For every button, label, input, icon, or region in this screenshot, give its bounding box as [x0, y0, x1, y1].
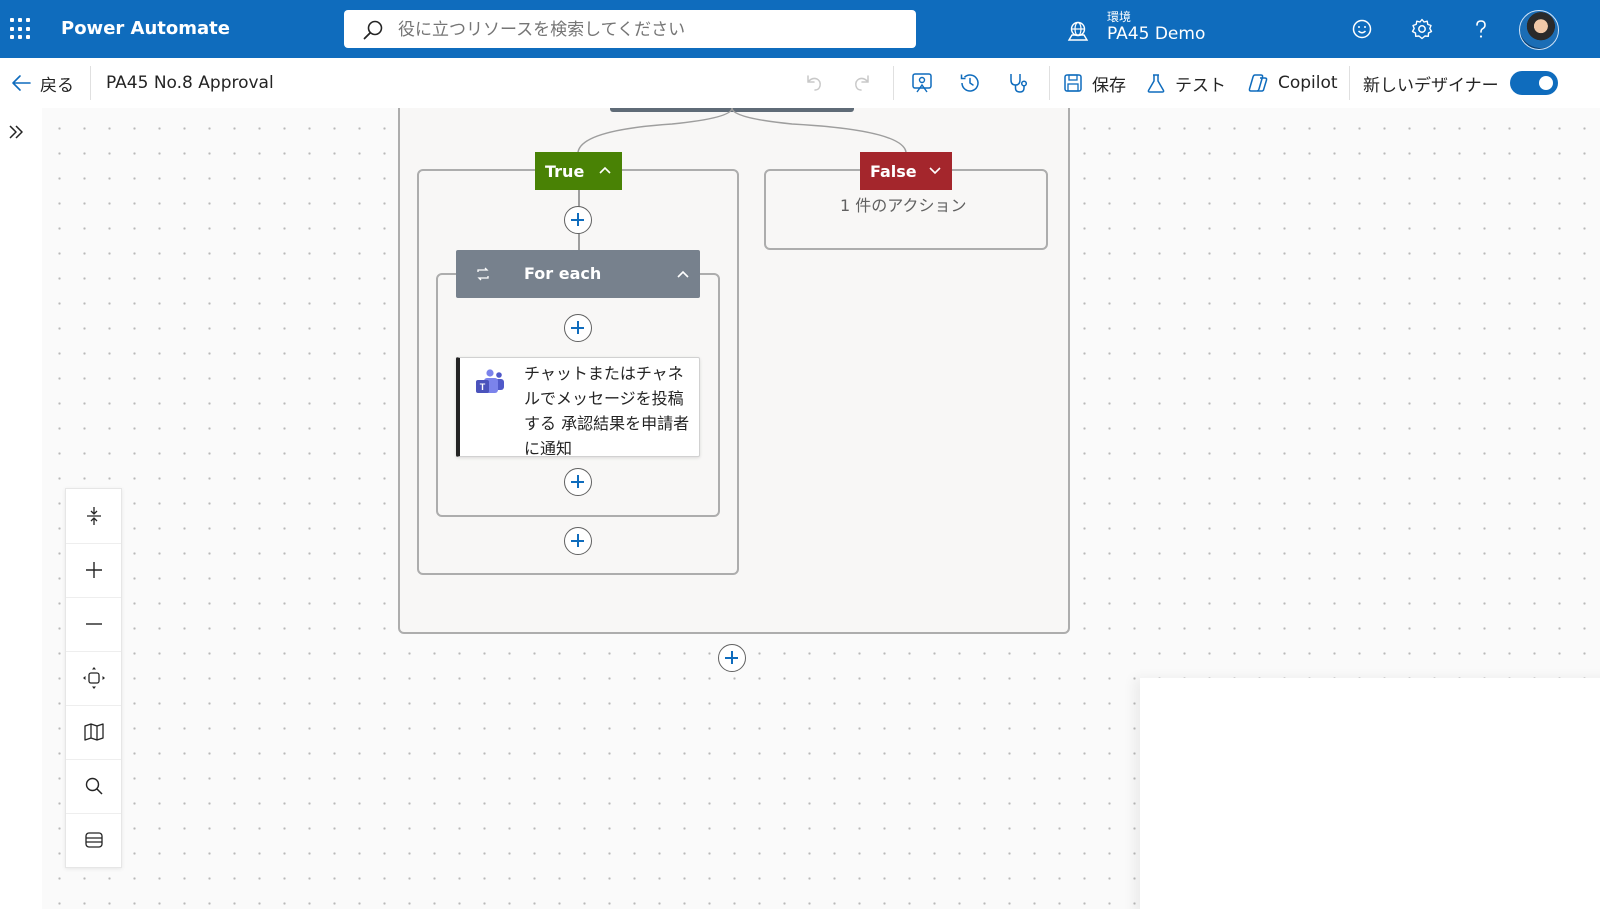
copilot-label: Copilot: [1278, 73, 1338, 93]
divider: [1349, 66, 1350, 100]
search-input[interactable]: [396, 14, 900, 46]
add-action-button[interactable]: [564, 527, 592, 555]
true-label: True: [545, 161, 585, 181]
command-bar: 戻る PA45 No.8 Approval 保存 テスト Copilot 新しい…: [0, 58, 1600, 109]
divider: [90, 66, 91, 100]
search-box[interactable]: [344, 10, 916, 48]
stethoscope-icon[interactable]: [1006, 71, 1030, 95]
flask-icon: [1147, 74, 1165, 93]
teams-icon: T: [476, 369, 504, 393]
chevron-down-icon[interactable]: [928, 166, 942, 176]
false-branch-header[interactable]: False: [860, 152, 952, 190]
new-designer-toggle[interactable]: [1510, 71, 1558, 95]
chevron-up-icon[interactable]: [598, 165, 612, 175]
help-icon[interactable]: [1469, 17, 1493, 41]
copilot-icon: [1248, 74, 1268, 92]
back-arrow-icon: [12, 75, 31, 91]
designer-canvas[interactable]: True False 1 件のアクション For each T チャットまたはチ…: [42, 108, 1600, 909]
settings-gear-icon[interactable]: [1410, 17, 1434, 41]
fit-icon: [86, 507, 101, 525]
divider: [893, 66, 894, 100]
user-avatar[interactable]: [1519, 10, 1559, 50]
canvas-tools: [65, 488, 122, 868]
fit-view-icon: [82, 667, 105, 689]
minimap-button[interactable]: [66, 705, 121, 760]
copilot-button[interactable]: Copilot: [1246, 58, 1338, 108]
search-canvas-button[interactable]: [66, 759, 121, 814]
search-icon: [85, 777, 103, 795]
add-action-button[interactable]: [718, 644, 746, 672]
zoom-in-button[interactable]: [66, 543, 121, 598]
plus-icon: [85, 562, 102, 578]
layers-icon: [84, 832, 103, 848]
false-action-count[interactable]: 1 件のアクション: [840, 192, 966, 216]
environment-icon: [1067, 21, 1089, 41]
chevron-up-icon[interactable]: [676, 269, 690, 279]
fit-vertical-button[interactable]: [66, 489, 121, 544]
expand-chevron-icon[interactable]: [7, 123, 25, 141]
loop-icon: [477, 267, 489, 281]
map-icon: [83, 723, 104, 741]
back-label: 戻る: [40, 75, 74, 96]
top-header: Power Automate 環境 PA45 Demo: [0, 0, 1600, 58]
new-designer-label: 新しいデザイナー: [1363, 75, 1499, 96]
fit-view-button[interactable]: [66, 651, 121, 706]
search-icon: [363, 20, 383, 40]
true-branch-header[interactable]: True: [535, 152, 622, 190]
divider: [1049, 66, 1050, 100]
minus-icon: [85, 623, 102, 625]
add-action-button[interactable]: [564, 206, 592, 234]
save-label: 保存: [1092, 75, 1126, 96]
save-icon: [1064, 74, 1082, 92]
app-name[interactable]: Power Automate: [61, 18, 230, 39]
undo-icon[interactable]: [803, 72, 825, 94]
add-action-button[interactable]: [564, 468, 592, 496]
environment-label: 環境: [1107, 10, 1132, 24]
zoom-out-button[interactable]: [66, 597, 121, 652]
environment-name: PA45 Demo: [1107, 24, 1206, 44]
false-label: False: [870, 161, 917, 181]
foreach-label: For each: [524, 264, 602, 283]
save-button[interactable]: 保存: [1062, 58, 1126, 108]
flow-checker-icon[interactable]: [910, 71, 934, 95]
back-button[interactable]: 戻る: [10, 58, 74, 108]
add-action-button[interactable]: [564, 314, 592, 342]
feedback-smiley-icon[interactable]: [1350, 17, 1374, 41]
side-panel: [1140, 678, 1600, 909]
redo-icon[interactable]: [851, 72, 873, 94]
svg-text:T: T: [480, 382, 486, 392]
action-title: チャットまたはチャネルでメッセージを投稿する 承認結果を申請者に通知: [524, 364, 690, 458]
test-label: テスト: [1175, 75, 1226, 96]
foreach-header[interactable]: For each: [456, 250, 700, 298]
test-button[interactable]: テスト: [1145, 58, 1226, 108]
flow-name: PA45 No.8 Approval: [106, 73, 274, 93]
left-rail: [0, 108, 42, 909]
version-history-icon[interactable]: [958, 71, 982, 95]
layers-button[interactable]: [66, 813, 121, 867]
teams-post-message-action[interactable]: T チャットまたはチャネルでメッセージを投稿する 承認結果を申請者に通知: [456, 357, 700, 458]
app-launcher-icon[interactable]: [10, 18, 32, 40]
